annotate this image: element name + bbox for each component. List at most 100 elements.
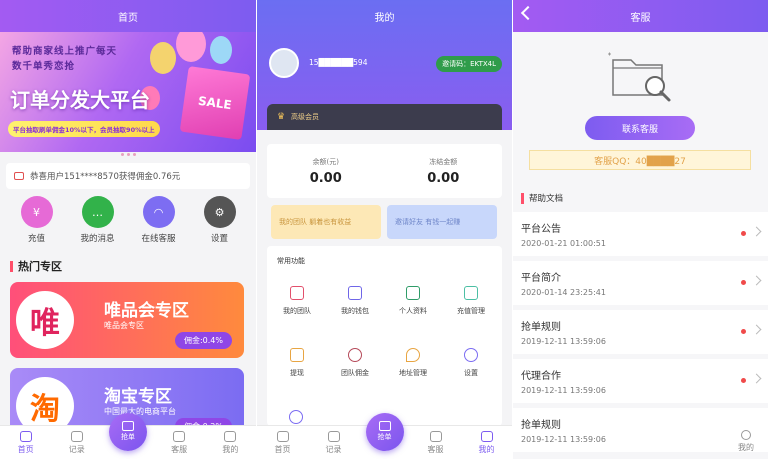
zone-card-vip[interactable]: 唯 唯品会专区 唯品会专区 佣金:0.4% bbox=[10, 282, 244, 358]
section-bar bbox=[10, 260, 13, 272]
func-recharge[interactable]: 充值管理 bbox=[443, 286, 499, 316]
quick-messages[interactable]: … 我的消息 bbox=[70, 196, 126, 244]
tab-label: 我的 bbox=[738, 443, 754, 452]
tab-service[interactable]: 客服 bbox=[416, 430, 456, 455]
back-arrow-icon[interactable] bbox=[520, 5, 536, 21]
people-icon bbox=[348, 348, 362, 362]
func-label: 设置 bbox=[464, 369, 478, 377]
quick-recharge[interactable]: ¥ 充值 bbox=[9, 196, 65, 244]
tab-mine[interactable]: 我的 bbox=[467, 430, 507, 455]
headset-icon bbox=[173, 430, 186, 442]
tab-bar: 首页 记录 抢单 客服 我的 bbox=[0, 412, 256, 459]
clipboard-icon bbox=[70, 430, 83, 442]
article-date: 2019-12-11 13:59:06 bbox=[521, 435, 606, 444]
tab-mine[interactable]: 我的 bbox=[738, 430, 754, 453]
headset-icon: ◠ bbox=[142, 196, 175, 228]
func-withdraw[interactable]: 提现 bbox=[269, 348, 325, 378]
headset-icon bbox=[429, 430, 442, 442]
func-team-commission[interactable]: 团队佣金 bbox=[327, 348, 383, 378]
clipboard-icon bbox=[327, 430, 340, 442]
functions-title: 常用功能 bbox=[277, 257, 305, 265]
func-label: 充值管理 bbox=[457, 307, 485, 315]
mine-screen: 15██████594 邀请码：EKTX4L 我的 ♛ 高级会员 余额(元) 0… bbox=[257, 0, 512, 459]
grab-order-button[interactable]: 抢单 bbox=[365, 412, 404, 451]
tab-service[interactable]: 客服 bbox=[159, 430, 199, 455]
tab-records[interactable]: 记录 bbox=[57, 430, 97, 455]
tab-grab[interactable]: 抢单 bbox=[108, 412, 148, 451]
home-icon bbox=[19, 430, 32, 442]
person-icon bbox=[224, 430, 237, 442]
quick-label: 我的消息 bbox=[80, 234, 115, 244]
article-title: 平台公告 bbox=[521, 224, 561, 235]
invite-code-badge[interactable]: 邀请码：EKTX4L bbox=[436, 56, 502, 72]
unread-dot bbox=[741, 280, 746, 285]
mine-topbar: 我的 bbox=[257, 0, 512, 32]
order-icon bbox=[121, 421, 134, 431]
home-banner[interactable]: 帮助商家线上推广每天数千单秀恋抢 订单分发大平台 平台抽取刷单佣金10%以下，会… bbox=[0, 32, 256, 152]
func-team[interactable]: 我的团队 bbox=[269, 286, 325, 316]
vip-logo: 唯 bbox=[16, 291, 74, 349]
tab-mine[interactable]: 我的 bbox=[210, 430, 250, 455]
balance-value: 0.00 bbox=[309, 170, 342, 186]
article-item[interactable]: 代理合作 2019-12-11 13:59:06 bbox=[513, 359, 768, 403]
tab-home[interactable]: 首页 bbox=[6, 430, 46, 455]
team-promo[interactable]: 我的团队 躺着也有收益 bbox=[271, 205, 381, 239]
wallet-icon bbox=[348, 286, 362, 300]
chevron-right-icon bbox=[751, 324, 762, 335]
article-date: 2019-12-11 13:59:06 bbox=[521, 337, 606, 346]
func-profile[interactable]: 个人资料 bbox=[385, 286, 441, 316]
service-qq: 客服QQ：40████27 bbox=[529, 150, 751, 170]
article-item[interactable]: 抢单规则 2019-12-11 13:59:06 bbox=[513, 310, 768, 354]
tab-home[interactable]: 首页 bbox=[263, 430, 303, 455]
func-settings[interactable]: 设置 bbox=[443, 348, 499, 378]
article-date: 2020-01-14 23:25:41 bbox=[521, 288, 606, 297]
tab-label: 客服 bbox=[171, 444, 188, 454]
func-label: 我的团队 bbox=[283, 307, 311, 315]
balloon-icon bbox=[176, 32, 206, 62]
func-address[interactable]: 地址管理 bbox=[385, 348, 441, 378]
crown-icon: ♛ bbox=[277, 112, 286, 122]
vip-banner[interactable]: ♛ 高级会员 bbox=[267, 104, 502, 130]
section-bar bbox=[521, 192, 524, 204]
gear-icon bbox=[464, 348, 478, 362]
quick-label: 在线客服 bbox=[141, 234, 176, 244]
avatar[interactable] bbox=[269, 48, 299, 78]
func-label: 团队佣金 bbox=[341, 369, 369, 377]
folder-search-icon bbox=[608, 52, 671, 102]
zone-subtitle: 唯品会专区 bbox=[104, 321, 144, 330]
notice-bar: 恭喜用户151****8570获得佣金0.76元 bbox=[6, 163, 250, 189]
frozen-value: 0.00 bbox=[427, 170, 460, 186]
quick-settings[interactable]: ⚙ 设置 bbox=[192, 196, 248, 244]
banner-tag: 平台抽取刷单佣金10%以下，会员抽取90%以上 bbox=[8, 121, 160, 137]
quick-support[interactable]: ◠ 在线客服 bbox=[131, 196, 187, 244]
tab-label: 记录 bbox=[325, 444, 342, 454]
shopping-bag-icon: SALE bbox=[179, 66, 251, 140]
banner-headline: 订单分发大平台 bbox=[10, 88, 150, 112]
speaker-icon bbox=[14, 172, 24, 180]
chevron-right-icon bbox=[751, 275, 762, 286]
location-pin-icon bbox=[406, 348, 420, 362]
gear-icon: ⚙ bbox=[203, 196, 236, 228]
help-label: 帮助文档 bbox=[529, 194, 564, 204]
phone-number: 15██████594 bbox=[309, 58, 368, 67]
tab-records[interactable]: 记录 bbox=[314, 430, 354, 455]
func-label: 提现 bbox=[290, 369, 304, 377]
frozen-block: 冻结金额 0.00 bbox=[385, 144, 503, 198]
article-item[interactable]: 抢单规则 2019-12-11 13:59:06 bbox=[513, 408, 768, 452]
grab-order-button[interactable]: 抢单 bbox=[108, 412, 147, 451]
contact-support-button[interactable]: 联系客服 bbox=[585, 116, 695, 140]
invite-promo[interactable]: 邀请好友 有钱一起赚 bbox=[387, 205, 497, 239]
unread-dot bbox=[741, 231, 746, 236]
chevron-right-icon bbox=[751, 226, 762, 237]
func-wallet[interactable]: 我的钱包 bbox=[327, 286, 383, 316]
commission-badge: 佣金:0.4% bbox=[174, 332, 232, 349]
article-item[interactable]: 平台简介 2020-01-14 23:25:41 bbox=[513, 261, 768, 305]
tab-label: 客服 bbox=[427, 444, 444, 454]
unread-dot bbox=[741, 329, 746, 334]
message-icon: … bbox=[81, 196, 114, 228]
home-topbar: 首页 bbox=[0, 0, 256, 32]
article-item[interactable]: 平台公告 2020-01-21 01:00:51 bbox=[513, 212, 768, 256]
tab-grab[interactable]: 抢单 bbox=[365, 412, 405, 451]
service-screen: 客服 联系客服 客服QQ：40████27 帮助文档 平台公告 2020-01-… bbox=[513, 0, 768, 459]
article-title: 抢单规则 bbox=[521, 322, 561, 333]
